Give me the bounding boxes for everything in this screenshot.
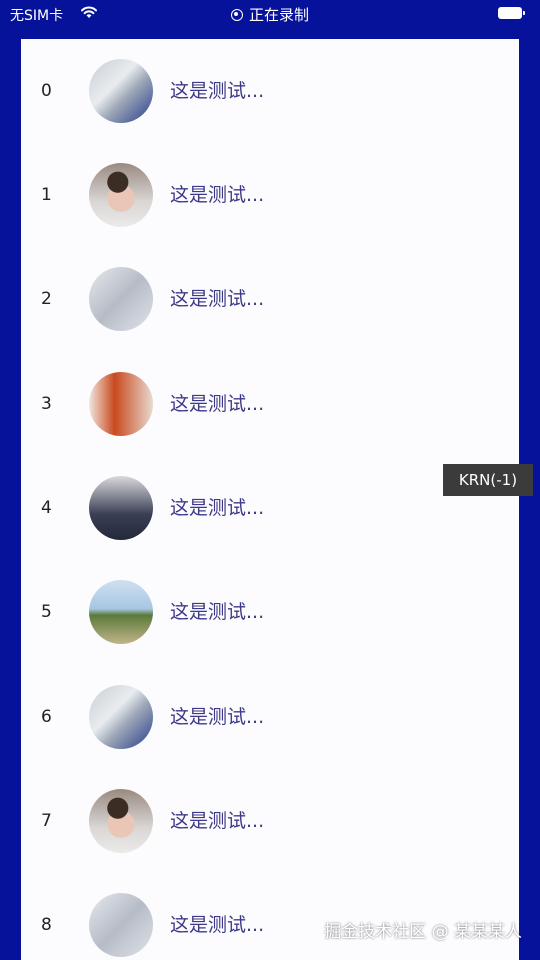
item-index: 6 [41,707,52,727]
item-index: 3 [41,394,52,414]
list-item[interactable]: 6 这是测试... [21,665,519,769]
avatar [89,163,153,227]
avatar [89,893,153,957]
item-index: 4 [41,498,52,518]
item-title: 这是测试... [170,914,265,936]
item-index: 5 [41,602,52,622]
avatar [89,372,153,436]
avatar [89,789,153,853]
item-title: 这是测试... [170,80,265,102]
avatar [89,59,153,123]
list-item[interactable]: 7 这是测试... [21,769,519,873]
status-bar: 无SIM卡 正在录制 [0,0,540,28]
item-title: 这是测试... [170,393,265,415]
list-item[interactable]: 1 这是测试... [21,143,519,247]
item-index: 1 [41,185,52,205]
item-index: 0 [41,81,52,101]
list-item[interactable]: 5 这是测试... [21,560,519,664]
item-title: 这是测试... [170,810,265,832]
item-title: 这是测试... [170,184,265,206]
item-index: 7 [41,811,52,831]
krn-debug-badge[interactable]: KRN(-1) [443,464,533,496]
list-item[interactable]: 0 这是测试... [21,39,519,143]
list-item[interactable]: 3 这是测试... [21,352,519,456]
list-item[interactable]: 2 这是测试... [21,247,519,351]
recording-icon [230,8,243,21]
recording-label: 正在录制 [248,6,309,24]
avatar [89,267,153,331]
item-index: 2 [41,289,52,309]
list-view[interactable]: 0 这是测试... 1 这是测试... 2 这是测试... 3 这是测试... … [21,39,519,960]
watermark: 掘金技术社区 @ 某某某人 [324,922,522,942]
avatar [89,476,153,540]
item-title: 这是测试... [170,497,265,519]
battery-icon [498,7,525,19]
item-index: 8 [41,915,52,935]
recording-indicator: 正在录制 [0,4,540,25]
item-title: 这是测试... [170,706,265,728]
item-title: 这是测试... [170,288,265,310]
item-title: 这是测试... [170,601,265,623]
avatar [89,685,153,749]
avatar [89,580,153,644]
